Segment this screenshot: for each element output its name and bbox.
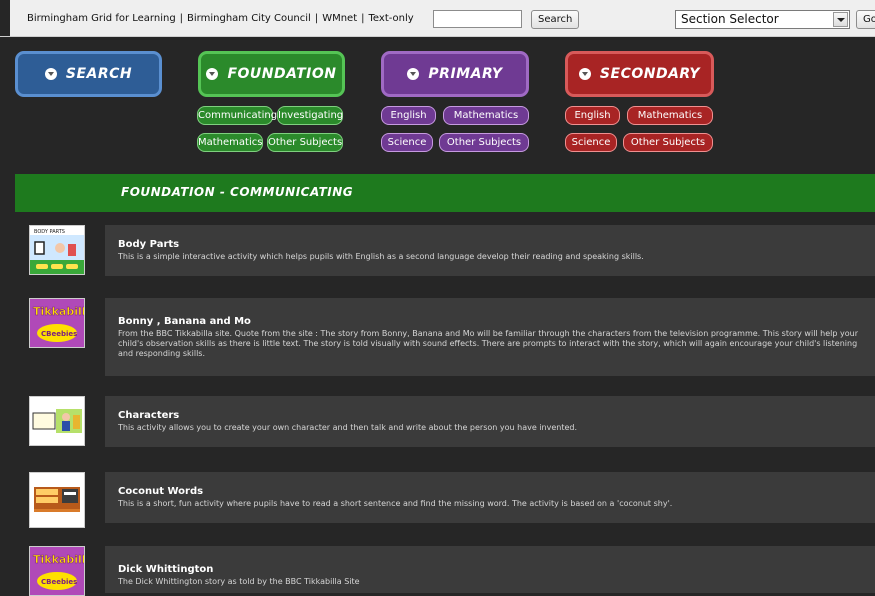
item-description: From the BBC Tikkabilla site. Quote from… [118,329,858,358]
list-item[interactable]: Bonny , Banana and Mo From the BBC Tikka… [105,298,875,376]
section-selector-value: Section Selector [681,12,779,26]
tikkabilla-logo: Tikkabilla CBeebies [30,547,84,595]
item-title[interactable]: Bonny , Banana and Mo [118,316,251,327]
foundation-investigating-link[interactable]: Investigating [277,106,343,125]
secondary-mathematics-link[interactable]: Mathematics [627,106,713,125]
primary-mathematics-link[interactable]: Mathematics [443,106,529,125]
secondary-other-subjects-link[interactable]: Other Subjects [623,133,713,152]
section-heading-bar: FOUNDATION - COMMUNICATING [15,174,875,212]
item-title[interactable]: Dick Whittington [118,564,213,575]
nav-search-label: SEARCH [65,66,133,82]
primary-other-subjects-link[interactable]: Other Subjects [439,133,529,152]
chevron-down-icon [44,68,57,80]
nav-secondary-label: SECONDARY [599,66,701,82]
separator: | [314,13,319,24]
nav-primary-label: PRIMARY [428,66,503,82]
nav-foundation-button[interactable]: FOUNDATION [198,51,345,97]
tikkabilla-thumbnail[interactable]: Tikkabilla CBeebies [29,546,85,596]
link-wmnet[interactable]: WMnet [322,13,357,24]
list-item[interactable]: Coconut Words This is a short, fun activ… [105,472,875,523]
item-description: This is a short, fun activity where pupi… [118,499,673,508]
coconut-words-thumbnail[interactable] [29,472,85,528]
foundation-communicating-link[interactable]: Communicating [197,106,277,125]
foundation-other-subjects-link[interactable]: Other Subjects [267,133,343,152]
primary-english-link[interactable]: English [381,106,436,125]
top-links: Birmingham Grid for Learning | Birmingham … [27,13,414,24]
nav-search-button[interactable]: SEARCH [15,51,162,97]
separator: | [179,13,184,24]
link-bgfl[interactable]: Birmingham Grid for Learning [27,13,176,24]
search-input[interactable] [433,10,522,28]
nav-secondary-button[interactable]: SECONDARY [565,51,714,97]
tikkabilla-thumbnail[interactable]: Tikkabilla CBeebies [29,298,85,348]
cbeebies-text: CBeebies [41,330,77,338]
primary-science-link[interactable]: Science [381,133,433,152]
search-button[interactable]: Search [531,10,580,29]
item-title[interactable]: Coconut Words [118,486,203,497]
list-item[interactable]: Characters This activity allows you to c… [105,396,875,447]
characters-image [30,397,84,445]
nav-foundation-label: FOUNDATION [227,66,337,82]
body-parts-thumb-text: BODY PARTS [34,229,65,235]
item-description: This activity allows you to create your … [118,423,578,432]
item-description: The Dick Whittington story as told by th… [118,577,360,586]
chevron-down-icon[interactable] [833,12,848,27]
link-bcc[interactable]: Birmingham City Council [187,13,311,24]
tikkabilla-logo: Tikkabilla CBeebies [30,299,84,347]
left-strip [0,0,10,36]
tikkabilla-text: Tikkabilla [33,305,84,318]
item-title[interactable]: Characters [118,410,179,421]
cbeebies-text: CBeebies [41,578,77,586]
item-description: This is a simple interactive activity wh… [118,252,644,261]
chevron-down-icon [407,68,420,80]
secondary-english-link[interactable]: English [565,106,620,125]
chevron-down-icon [206,68,219,80]
go-button[interactable]: Go [856,10,875,29]
secondary-science-link[interactable]: Science [565,133,617,152]
tikkabilla-text: Tikkabilla [33,553,84,566]
body-parts-thumbnail[interactable]: BODY PARTS [29,225,85,275]
nav-primary-button[interactable]: PRIMARY [381,51,529,97]
list-item[interactable]: Dick Whittington The Dick Whittington st… [105,546,875,593]
body-parts-image: BODY PARTS [30,226,84,274]
separator: | [361,13,365,24]
section-title: FOUNDATION - COMMUNICATING [121,185,354,199]
foundation-mathematics-link[interactable]: Mathematics [197,133,263,152]
item-title[interactable]: Body Parts [118,239,179,250]
link-text-only[interactable]: Text-only [369,13,414,24]
chevron-down-icon [578,68,591,80]
list-item[interactable]: Body Parts This is a simple interactive … [105,225,875,276]
top-bar: Birmingham Grid for Learning | Birmingham … [0,0,875,37]
coconut-words-image [30,473,84,527]
characters-thumbnail[interactable] [29,396,85,446]
section-selector[interactable]: Section Selector [675,10,850,29]
